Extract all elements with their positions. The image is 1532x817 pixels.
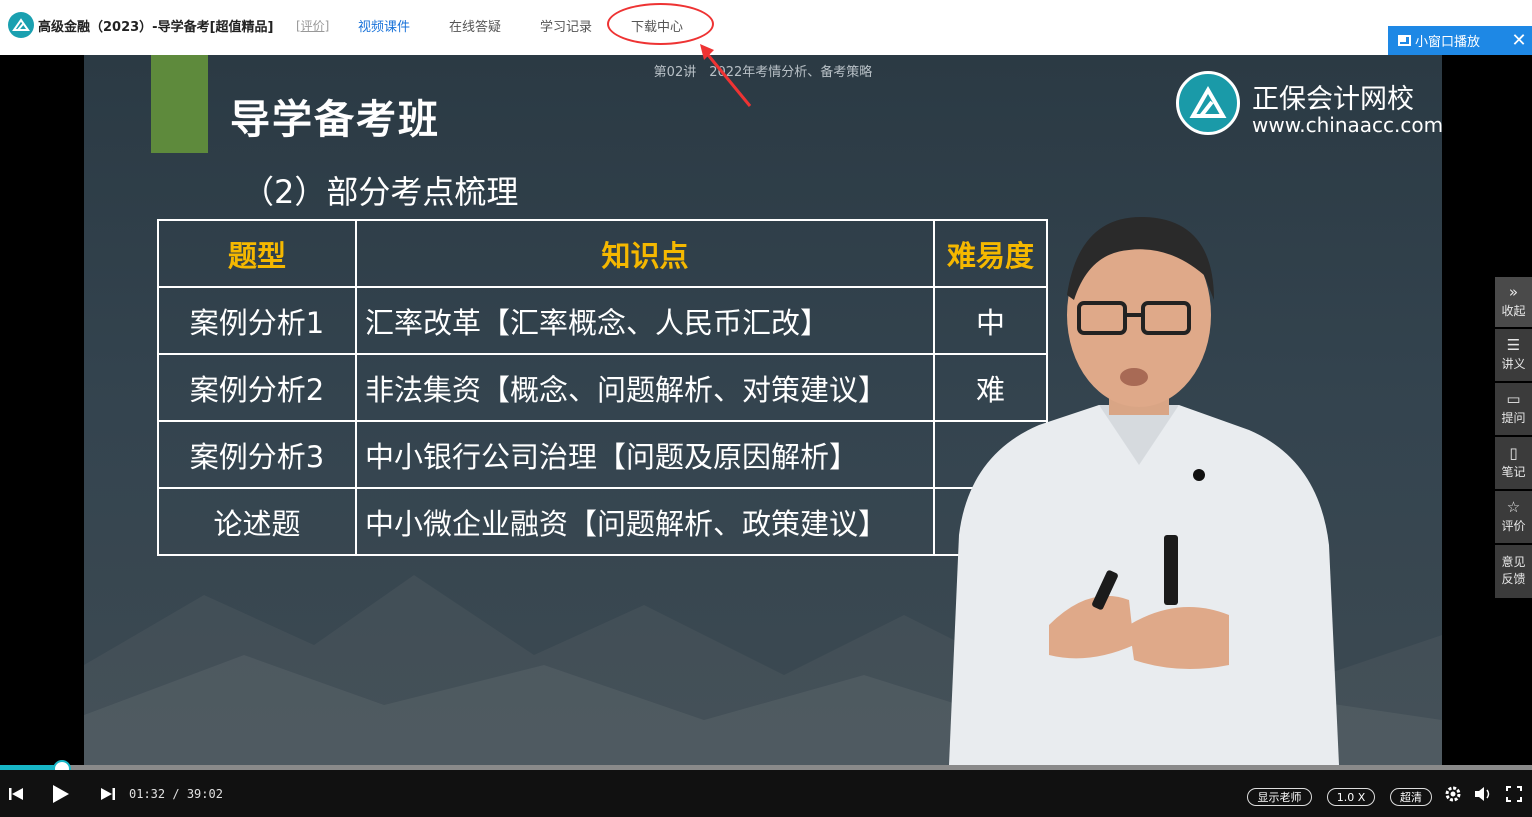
side-item-label: 收起 bbox=[1501, 304, 1526, 318]
mini-window-button[interactable]: 小窗口播放 bbox=[1388, 26, 1506, 55]
total-duration: 39:02 bbox=[186, 787, 223, 801]
brand-url: www.chinaacc.com bbox=[1252, 113, 1442, 137]
side-item-feedback[interactable]: 意见反馈 bbox=[1495, 545, 1532, 598]
table-cell: 汇率改革【汇率概念、人民币汇改】 bbox=[355, 286, 935, 355]
video-player[interactable]: 第02讲 2022年考情分析、备考策略 导学备考班 正保会计网校 www.chi… bbox=[0, 55, 1532, 765]
side-item-label: 讲义 bbox=[1501, 357, 1526, 371]
volume-icon[interactable] bbox=[1472, 770, 1494, 817]
table-cell: 中小微企业融资【问题解析、政策建议】 bbox=[355, 487, 935, 556]
mini-window-label: 小窗口播放 bbox=[1415, 35, 1481, 50]
side-item-question[interactable]: ▭ 提问 bbox=[1495, 383, 1532, 435]
mini-window-icon bbox=[1398, 35, 1411, 46]
top-bar: 高级金融（2023）-导学备考[超值精品] [评价] 视频课件 在线答疑 学习记… bbox=[0, 0, 1532, 55]
speed-button[interactable]: 1.0 X bbox=[1327, 788, 1375, 806]
close-icon[interactable]: ✕ bbox=[1506, 26, 1532, 55]
tab-video-courses[interactable]: 视频课件 bbox=[358, 16, 410, 35]
table-row: 论述题 中小微企业融资【问题解析、政策建议】 bbox=[157, 487, 1048, 556]
table-cell: 中小银行公司治理【问题及原因解析】 bbox=[355, 420, 935, 489]
tab-study-records[interactable]: 学习记录 bbox=[540, 16, 592, 35]
tab-online-qa[interactable]: 在线答疑 bbox=[449, 16, 501, 35]
side-item-label: 意见反馈 bbox=[1501, 555, 1526, 586]
table-row: 案例分析1 汇率改革【汇率概念、人民币汇改】 中 bbox=[157, 286, 1048, 355]
list-icon: ☰ bbox=[1506, 336, 1521, 354]
table-cell: 案例分析3 bbox=[157, 420, 357, 489]
table-row: 案例分析3 中小银行公司治理【问题及原因解析】 bbox=[157, 420, 1048, 489]
brand-logo-icon bbox=[1176, 71, 1240, 135]
table-cell: 案例分析2 bbox=[157, 353, 357, 422]
lecture-slide: 第02讲 2022年考情分析、备考策略 导学备考班 正保会计网校 www.chi… bbox=[84, 55, 1442, 765]
next-icon[interactable] bbox=[96, 770, 120, 817]
show-teacher-button[interactable]: 显示老师 bbox=[1247, 788, 1312, 806]
table-header-cell: 题型 bbox=[157, 219, 357, 288]
table-cell: 论述题 bbox=[157, 487, 357, 556]
fullscreen-icon[interactable] bbox=[1502, 770, 1526, 817]
side-item-label: 笔记 bbox=[1501, 465, 1526, 479]
table-cell: 案例分析1 bbox=[157, 286, 357, 355]
star-icon: ☆ bbox=[1506, 498, 1521, 516]
exam-points-table: 题型 知识点 难易度 案例分析1 汇率改革【汇率概念、人民币汇改】 中 案例分析… bbox=[157, 219, 1048, 556]
quality-button[interactable]: 超清 bbox=[1390, 788, 1432, 806]
lecture-caption: 第02讲 2022年考情分析、备考策略 bbox=[653, 65, 873, 80]
table-header-row: 题型 知识点 难易度 bbox=[157, 219, 1048, 288]
rate-link[interactable]: [评价] bbox=[296, 17, 329, 34]
title-accent-bar bbox=[151, 55, 208, 153]
annotation-arrow bbox=[700, 44, 752, 107]
previous-icon[interactable] bbox=[4, 770, 28, 817]
presenter-image bbox=[949, 216, 1339, 765]
time-separator: / bbox=[172, 787, 180, 801]
table-row: 案例分析2 非法集资【概念、问题解析、对策建议】 难 bbox=[157, 353, 1048, 422]
side-item-handout[interactable]: ☰ 讲义 bbox=[1495, 329, 1532, 381]
side-item-notes[interactable]: ▯ 笔记 bbox=[1495, 437, 1532, 489]
table-header-cell: 知识点 bbox=[355, 219, 935, 288]
time-display: 01:32 / 39:02 bbox=[129, 787, 223, 801]
table-cell: 非法集资【概念、问题解析、对策建议】 bbox=[355, 353, 935, 422]
side-item-rate[interactable]: ☆ 评价 bbox=[1495, 491, 1532, 543]
player-controls: 01:32 / 39:02 显示老师 1.0 X 超清 bbox=[0, 770, 1532, 817]
side-item-label: 评价 bbox=[1501, 519, 1526, 533]
side-item-collapse[interactable]: » 收起 bbox=[1495, 277, 1532, 327]
brand-name: 正保会计网校 bbox=[1252, 84, 1414, 115]
settings-icon[interactable] bbox=[1442, 770, 1464, 817]
course-title: 高级金融（2023）-导学备考[超值精品] bbox=[38, 20, 274, 35]
app-logo-icon bbox=[8, 12, 34, 38]
current-time: 01:32 bbox=[129, 787, 166, 801]
side-item-label: 提问 bbox=[1501, 411, 1526, 425]
slide-subtitle: （2）部分考点梳理 bbox=[242, 173, 519, 211]
chevron-right-icon: » bbox=[1508, 283, 1519, 301]
play-icon[interactable] bbox=[48, 770, 74, 817]
note-icon: ▯ bbox=[1509, 444, 1518, 462]
annotation-circle bbox=[607, 3, 714, 45]
slide-title: 导学备考班 bbox=[230, 97, 440, 143]
comment-icon: ▭ bbox=[1506, 390, 1521, 408]
